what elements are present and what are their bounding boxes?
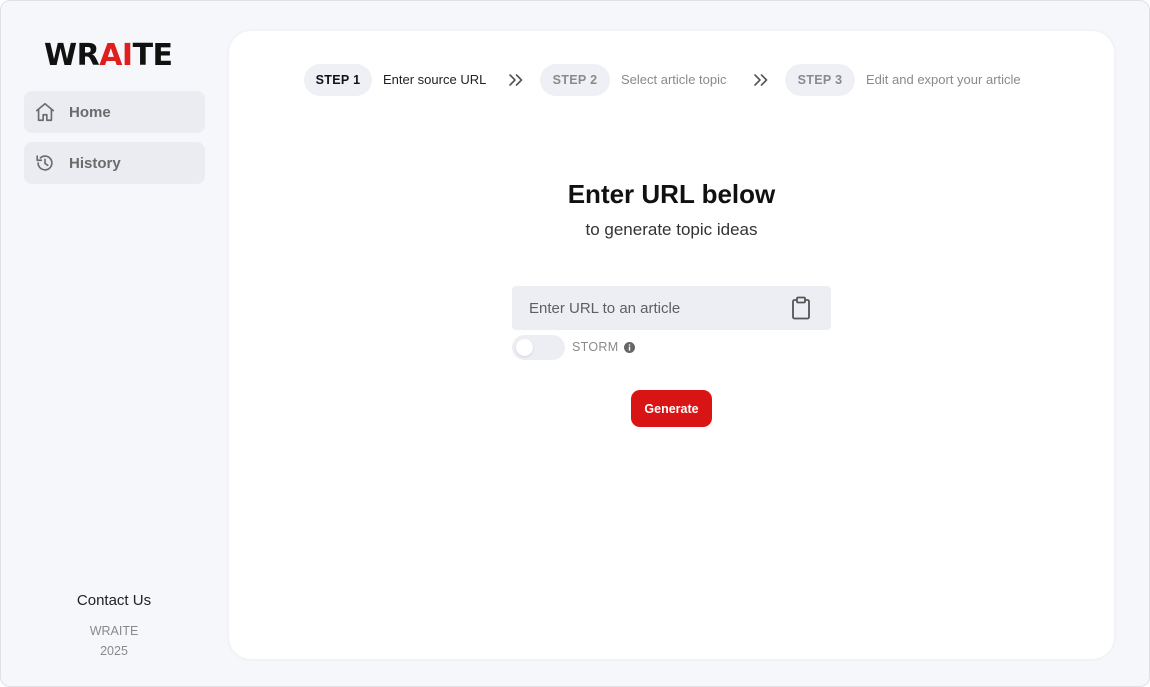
double-chevron-right-icon — [509, 74, 523, 86]
logo-text-suffix: TE — [132, 38, 173, 73]
clipboard-icon[interactable] — [790, 296, 812, 320]
info-icon[interactable] — [624, 342, 635, 353]
toggle-knob — [516, 339, 533, 356]
storm-toggle[interactable] — [512, 335, 565, 360]
step-1-label: Enter source URL — [383, 72, 487, 87]
double-chevron-right-icon — [754, 74, 768, 86]
page-subtitle: to generate topic ideas — [585, 220, 758, 239]
footer-year: 2025 — [100, 644, 128, 658]
logo-text-highlight: AI — [99, 38, 133, 73]
url-input[interactable] — [512, 286, 799, 330]
step-3-badge: STEP 3 — [785, 64, 855, 96]
step-1-badge: STEP 1 — [304, 64, 372, 96]
generate-button[interactable]: Generate — [631, 390, 712, 427]
storm-toggle-label: STORM — [572, 340, 619, 354]
app-window: WRAITE Home History Contact Us WRAITE 20… — [0, 0, 1150, 687]
footer-brand: WRAITE 2025 — [1, 621, 227, 661]
logo-text-prefix: WR — [44, 38, 100, 73]
main-card: STEP 1 Enter source URL STEP 2 Select ar… — [229, 31, 1114, 659]
history-icon — [34, 152, 56, 174]
step-2-label: Select article topic — [621, 72, 727, 87]
sidebar-item-history[interactable]: History — [24, 142, 205, 184]
step-3-label: Edit and export your article — [866, 72, 1021, 87]
sidebar: WRAITE Home History Contact Us WRAITE 20… — [1, 1, 227, 686]
home-icon — [34, 101, 56, 123]
page-title: Enter URL below — [567, 179, 776, 209]
sidebar-item-label: Home — [69, 103, 111, 121]
contact-us-link[interactable]: Contact Us — [1, 592, 227, 609]
step-2-badge: STEP 2 — [540, 64, 610, 96]
sidebar-item-home[interactable]: Home — [24, 91, 205, 133]
url-input-group — [512, 286, 831, 330]
footer-brand-name: WRAITE — [89, 624, 139, 638]
wraite-logo[interactable]: WRAITE — [44, 39, 173, 73]
sidebar-item-label: History — [69, 154, 121, 172]
stepper: STEP 1 Enter source URL STEP 2 Select ar… — [229, 64, 1114, 96]
